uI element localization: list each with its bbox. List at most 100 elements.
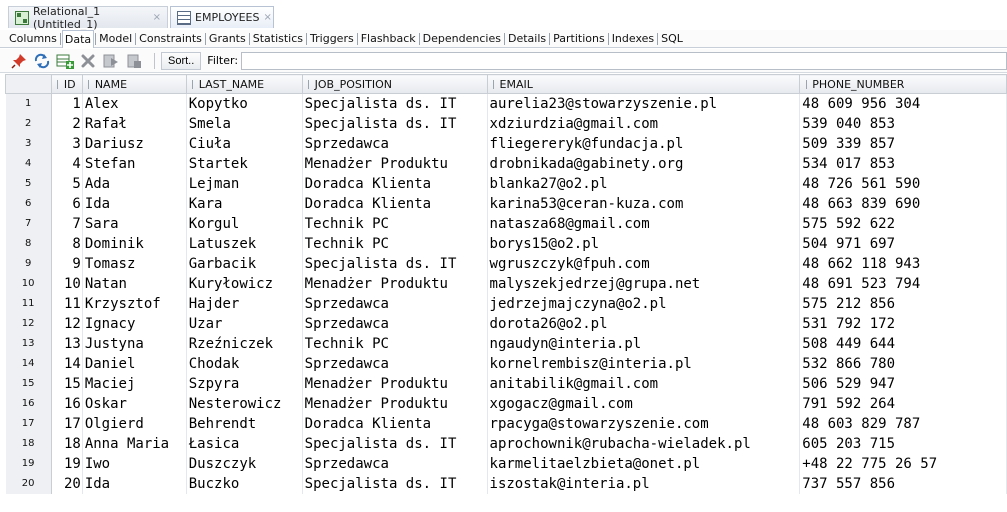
tab-constraints[interactable]: Constraints [137, 30, 204, 48]
table-row[interactable]: 14 14 Daniel Chodak Sprzedawca kornelrembisz@… [5, 353, 1007, 374]
cell-job-position[interactable]: Technik PC [302, 233, 488, 254]
cell-email[interactable]: rpacyga@stowarzyszenie.com [487, 413, 801, 434]
cell-id[interactable]: 9 [51, 253, 83, 274]
cell-email[interactable]: dorota26@o2.pl [487, 313, 801, 334]
cell-job-position[interactable]: Technik PC [302, 213, 488, 234]
cell-name[interactable]: Dominik [82, 233, 187, 254]
row-number[interactable]: 20 [5, 473, 52, 494]
cell-name[interactable]: Oskar [82, 393, 187, 414]
column-header-email[interactable]: EMAIL [486, 74, 801, 94]
cell-id[interactable]: 5 [51, 173, 83, 194]
cell-name[interactable]: Maciej [82, 373, 187, 394]
column-header-id[interactable]: ID [50, 74, 83, 94]
table-row[interactable]: 13 13 Justyna Rzeźniczek Technik PC ngaudyn@i… [5, 333, 1007, 354]
cell-job-position[interactable]: Specjalista ds. IT [302, 253, 488, 274]
cell-name[interactable]: Krzysztof [82, 293, 187, 314]
cell-name[interactable]: Iwo [82, 453, 187, 474]
tab-flashback[interactable]: Flashback [359, 30, 418, 48]
row-number[interactable]: 9 [5, 253, 52, 274]
cell-name[interactable]: Ida [82, 193, 187, 214]
cell-job-position[interactable]: Specjalista ds. IT [302, 113, 488, 134]
cell-last-name[interactable]: Duszczyk [186, 453, 303, 474]
row-number[interactable]: 18 [5, 433, 52, 454]
cell-last-name[interactable]: Kopytko [186, 93, 303, 114]
cell-phone-number[interactable]: +48 22 775 26 57 [799, 453, 1007, 474]
table-row[interactable]: 20 20 Ida Buczko Specjalista ds. IT iszostak@… [5, 473, 1007, 494]
table-row[interactable]: 4 4 Stefan Startek Menadżer Produktu drobnika… [5, 153, 1007, 174]
cell-email[interactable]: blanka27@o2.pl [487, 173, 801, 194]
cell-email[interactable]: drobnikada@gabinety.org [487, 153, 801, 174]
cell-id[interactable]: 13 [51, 333, 83, 354]
tab-details[interactable]: Details [506, 30, 548, 48]
cell-name[interactable]: Rafał [82, 113, 187, 134]
cell-name[interactable]: Stefan [82, 153, 187, 174]
cell-id[interactable]: 6 [51, 193, 83, 214]
cell-phone-number[interactable]: 531 792 172 [799, 313, 1007, 334]
column-header-phone-number[interactable]: PHONE_NUMBER [799, 74, 1007, 94]
table-row[interactable]: 19 19 Iwo Duszczyk Sprzedawca karmelitaelzbie… [5, 453, 1007, 474]
row-number[interactable]: 8 [5, 233, 52, 254]
cell-last-name[interactable]: Buczko [186, 473, 303, 494]
cell-name[interactable]: Olgierd [82, 413, 187, 434]
cell-id[interactable]: 16 [51, 393, 83, 414]
cell-phone-number[interactable]: 48 603 829 787 [799, 413, 1007, 434]
insert-row-icon[interactable] [56, 52, 74, 70]
sort-button[interactable]: Sort.. [161, 51, 202, 70]
cell-email[interactable]: karmelitaelzbieta@onet.pl [487, 453, 801, 474]
row-number[interactable]: 13 [5, 333, 52, 354]
cell-job-position[interactable]: Sprzedawca [302, 353, 488, 374]
delete-row-icon[interactable] [79, 52, 97, 70]
cell-id[interactable]: 15 [51, 373, 83, 394]
cell-email[interactable]: kornelrembisz@interia.pl [487, 353, 801, 374]
tab-sql[interactable]: SQL [659, 30, 685, 48]
cell-phone-number[interactable]: 605 203 715 [799, 433, 1007, 454]
cell-job-position[interactable]: Specjalista ds. IT [302, 93, 488, 114]
cell-job-position[interactable]: Sprzedawca [302, 133, 488, 154]
tab-model[interactable]: Model [97, 30, 134, 48]
cell-email[interactable]: wgruszczyk@fpuh.com [487, 253, 801, 274]
cell-last-name[interactable]: Nesterowicz [186, 393, 303, 414]
tab-data[interactable]: Data [61, 29, 95, 48]
table-row[interactable]: 3 3 Dariusz Ciuła Sprzedawca fliegereryk@fund… [5, 133, 1007, 154]
row-number[interactable]: 2 [5, 113, 52, 134]
row-number-header[interactable] [5, 74, 52, 94]
cell-last-name[interactable]: Rzeźniczek [186, 333, 303, 354]
cell-job-position[interactable]: Specjalista ds. IT [302, 473, 488, 494]
table-row[interactable]: 12 12 Ignacy Uzar Sprzedawca dorota26@o2.pl 53… [5, 313, 1007, 334]
pin-icon[interactable] [10, 52, 28, 70]
row-number[interactable]: 1 [5, 93, 52, 114]
cell-last-name[interactable]: Garbacik [186, 253, 303, 274]
row-number[interactable]: 3 [5, 133, 52, 154]
table-row[interactable]: 11 11 Krzysztof Hajder Sprzedawca jedrzejmajc… [5, 293, 1007, 314]
cell-last-name[interactable]: Latuszek [186, 233, 303, 254]
cell-email[interactable]: karina53@ceran-kuza.com [487, 193, 801, 214]
cell-id[interactable]: 19 [51, 453, 83, 474]
cell-phone-number[interactable]: 506 529 947 [799, 373, 1007, 394]
cell-id[interactable]: 8 [51, 233, 83, 254]
cell-id[interactable]: 18 [51, 433, 83, 454]
cell-email[interactable]: ngaudyn@interia.pl [487, 333, 801, 354]
cell-last-name[interactable]: Kara [186, 193, 303, 214]
cell-last-name[interactable]: Ciuła [186, 133, 303, 154]
cell-id[interactable]: 7 [51, 213, 83, 234]
cell-id[interactable]: 11 [51, 293, 83, 314]
cell-phone-number[interactable]: 534 017 853 [799, 153, 1007, 174]
row-number[interactable]: 10 [5, 273, 52, 294]
cell-job-position[interactable]: Sprzedawca [302, 313, 488, 334]
table-row[interactable]: 18 18 Anna Maria Łasica Specjalista ds. IT ap… [5, 433, 1007, 454]
rollback-icon[interactable] [125, 52, 143, 70]
cell-phone-number[interactable]: 737 557 856 [799, 473, 1007, 494]
refresh-icon[interactable] [33, 52, 51, 70]
commit-icon[interactable] [102, 52, 120, 70]
table-row[interactable]: 15 15 Maciej Szpyra Menadżer Produktu anitabi… [5, 373, 1007, 394]
tab-indexes[interactable]: Indexes [610, 30, 656, 48]
column-header-last-name[interactable]: LAST_NAME [185, 74, 303, 94]
cell-id[interactable]: 10 [51, 273, 83, 294]
tab-triggers[interactable]: Triggers [308, 30, 356, 48]
tab-statistics[interactable]: Statistics [251, 30, 305, 48]
cell-name[interactable]: Justyna [82, 333, 187, 354]
cell-name[interactable]: Alex [82, 93, 187, 114]
cell-id[interactable]: 12 [51, 313, 83, 334]
cell-last-name[interactable]: Behrendt [186, 413, 303, 434]
cell-email[interactable]: fliegereryk@fundacja.pl [487, 133, 801, 154]
